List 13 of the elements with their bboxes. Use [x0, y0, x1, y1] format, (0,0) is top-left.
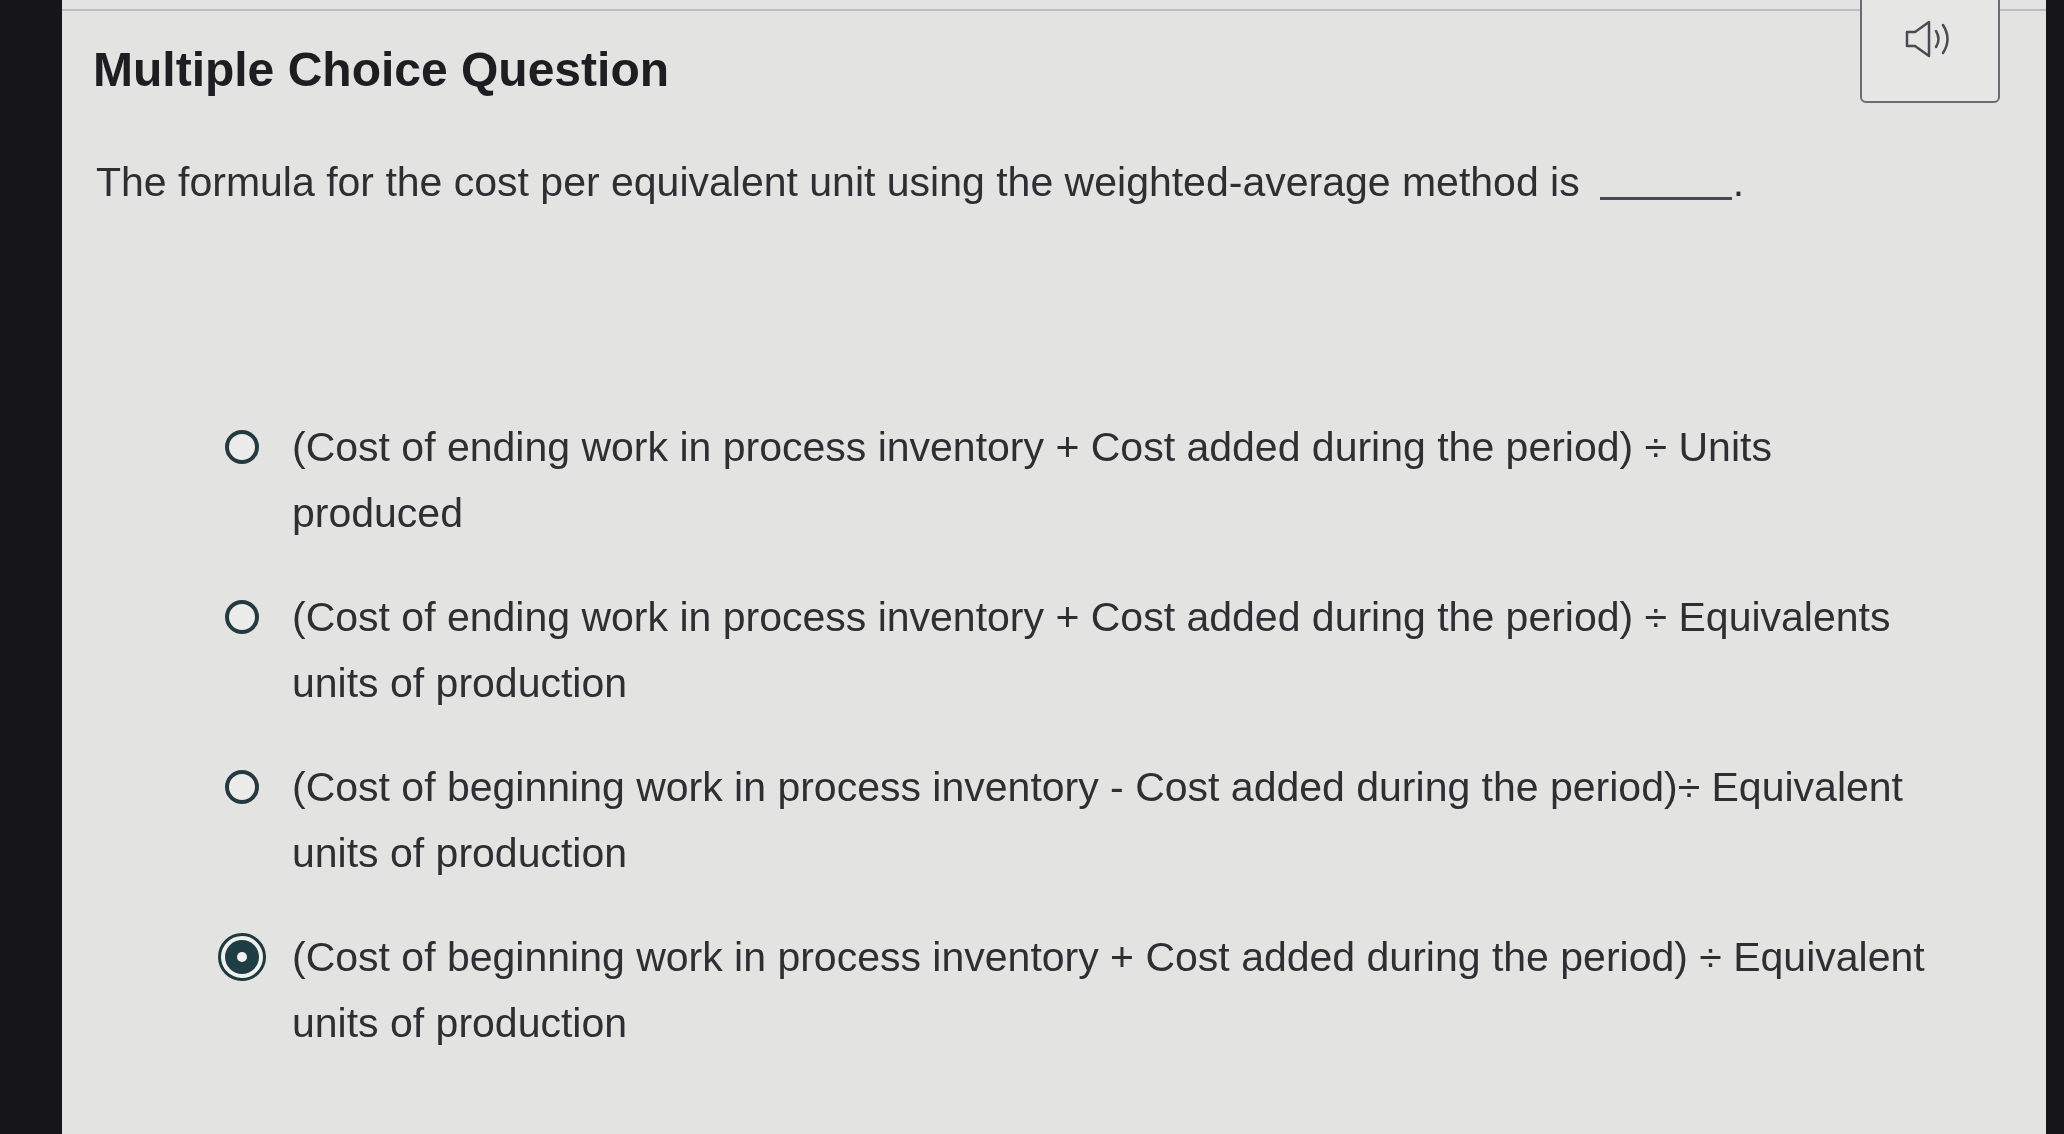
- option-label[interactable]: (Cost of beginning work in process inventory + Cost added during the period) ÷ Equivalent units of production: [292, 923, 1937, 1056]
- radio-button[interactable]: [225, 769, 259, 804]
- radio-button[interactable]: [225, 599, 259, 634]
- period: .: [1732, 158, 1745, 207]
- option-label[interactable]: (Cost of beginning work in process inventory - Cost added during the period)÷ Equivalent units of production: [292, 753, 1937, 886]
- radio-button[interactable]: [218, 932, 266, 981]
- fill-in-line[interactable]: [1599, 196, 1732, 200]
- question-text: The formula for the cost per equivalent unit using the weighted-average method is: [96, 158, 1580, 207]
- option-label[interactable]: (Cost of ending work in process inventory + Cost added during the period) ÷ Units produced: [292, 413, 1937, 546]
- question-heading: Multiple Choice Question: [93, 42, 670, 98]
- audio-button[interactable]: [1860, 0, 2000, 103]
- option-label[interactable]: (Cost of ending work in process inventory + Cost added during the period) ÷ Equivalents units of production: [292, 583, 1937, 716]
- radio-button[interactable]: [225, 429, 259, 464]
